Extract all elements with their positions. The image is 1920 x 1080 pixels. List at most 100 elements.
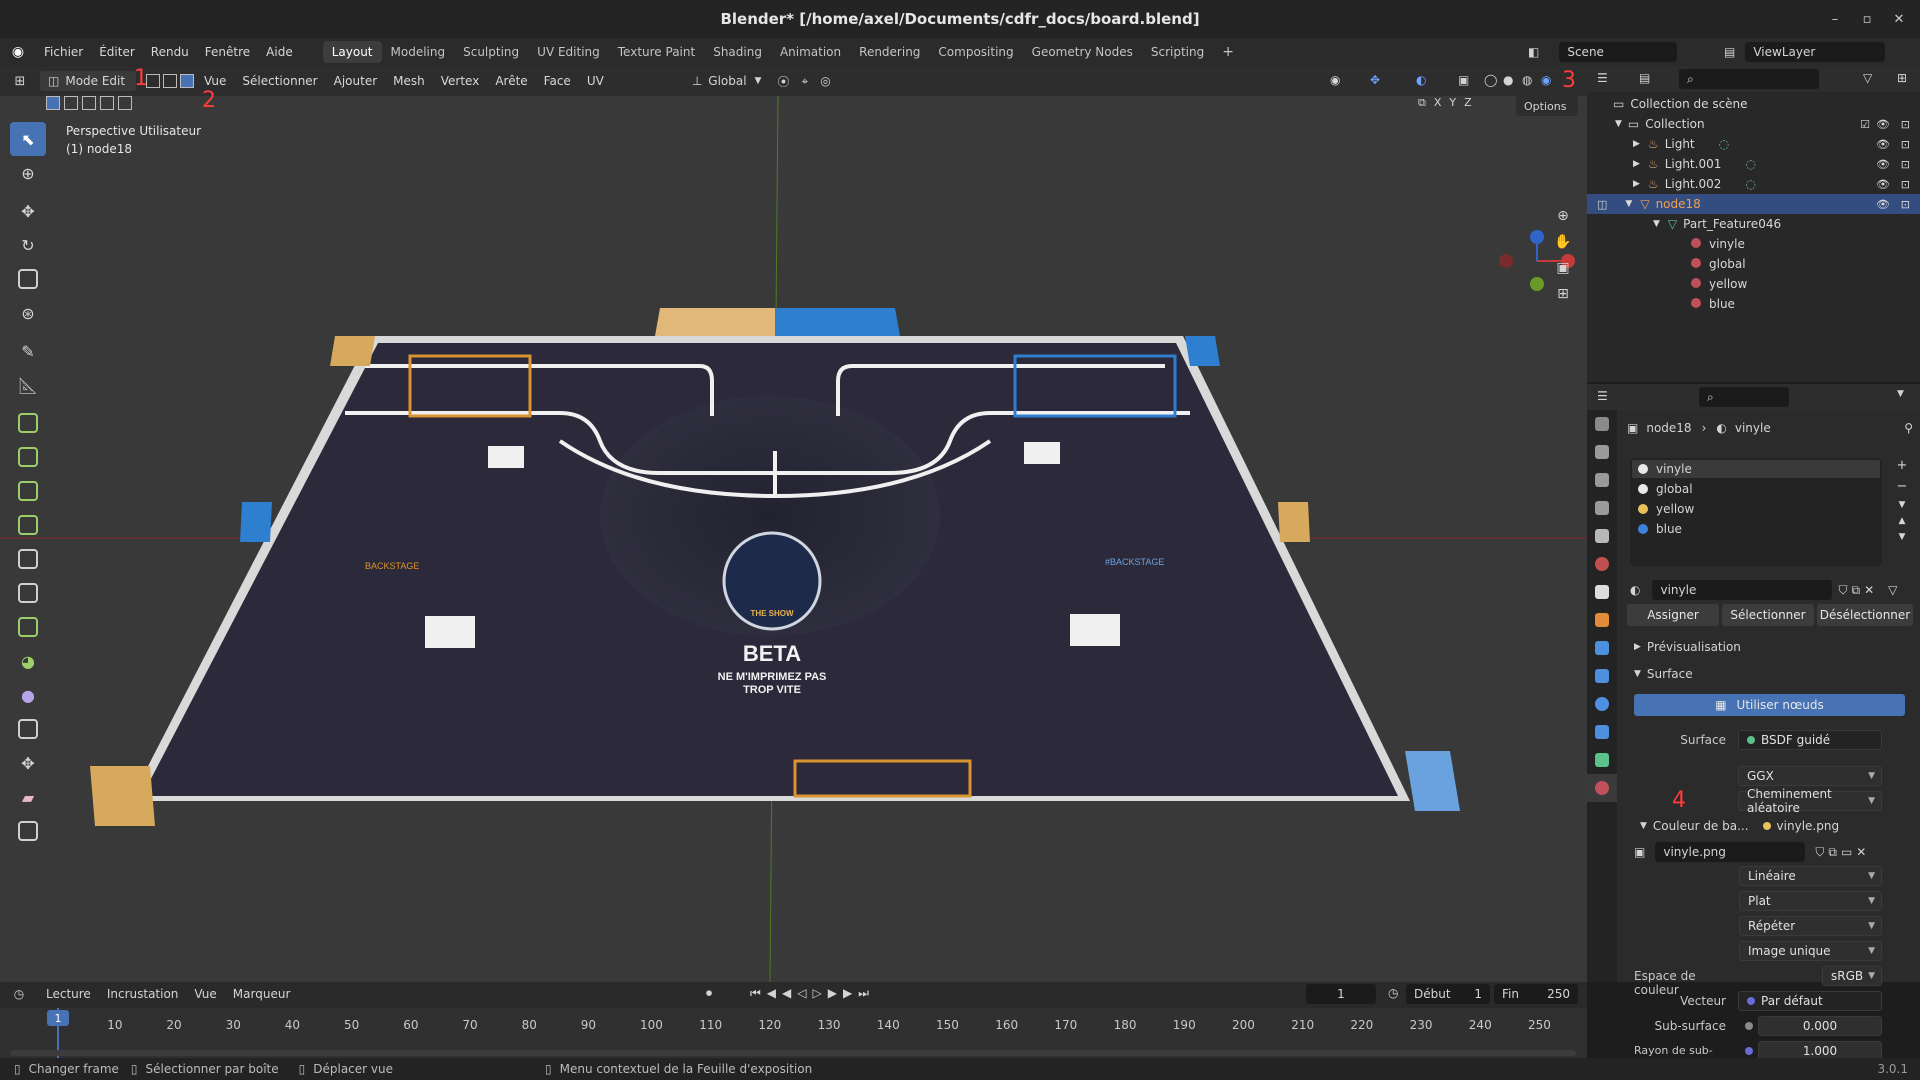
workspace-tab-animation[interactable]: Animation: [771, 41, 850, 63]
subsurface-method-dropdown[interactable]: Cheminement aléatoire ▼: [1738, 787, 1882, 815]
camera-icon[interactable]: ⊡: [1901, 178, 1910, 191]
outliner-item-vinyle[interactable]: vinyle: [1587, 234, 1920, 254]
tool-transform[interactable]: ⊛: [10, 296, 46, 330]
select-intersect-icon[interactable]: [118, 96, 132, 110]
workspace-tab-uv-editing[interactable]: UV Editing: [528, 41, 609, 63]
vp-menu-vertex[interactable]: Vertex: [433, 74, 488, 88]
mirror-icon[interactable]: ⧉: [1418, 96, 1426, 110]
select-extend-icon[interactable]: [64, 96, 78, 110]
tool-move[interactable]: ✥: [10, 194, 46, 228]
tool-rip[interactable]: [10, 814, 46, 848]
vertex-select-icon[interactable]: [146, 74, 160, 88]
zoom-icon[interactable]: ⊕: [1557, 208, 1569, 224]
tool-poly-build[interactable]: [10, 610, 46, 644]
fake-user-icon[interactable]: ⛉: [1815, 845, 1824, 860]
axis-z-toggle[interactable]: Z: [1464, 96, 1472, 110]
axis-y-toggle[interactable]: Y: [1449, 96, 1456, 110]
overlay-icon[interactable]: ◐: [1416, 73, 1426, 87]
preview-panel-header[interactable]: ▶ Prévisualisation: [1634, 637, 1741, 657]
outliner-item-yellow[interactable]: yellow: [1587, 274, 1920, 294]
distribution-dropdown[interactable]: GGX ▼: [1738, 766, 1882, 786]
open-folder-icon[interactable]: ▭: [1841, 845, 1852, 859]
wireframe-shading-icon[interactable]: ◯: [1484, 73, 1497, 87]
workspace-tab-modeling[interactable]: Modeling: [382, 41, 455, 63]
slot-global[interactable]: global: [1638, 482, 1693, 496]
image-source-dropdown[interactable]: Image unique ▼: [1739, 941, 1882, 961]
tool-shrink-fatten[interactable]: ✥: [10, 746, 46, 780]
rendered-shading-icon[interactable]: ◉: [1541, 73, 1551, 87]
gizmo-neg-x-axis[interactable]: [1499, 254, 1513, 268]
select-button[interactable]: Sélectionner: [1722, 604, 1814, 626]
menu-fenetre[interactable]: Fenêtre: [197, 45, 258, 59]
playback-controls[interactable]: ⏮◀◀◁▷▶▶⏭: [750, 986, 875, 1001]
tab-object[interactable]: [1587, 606, 1617, 634]
outliner-item-light[interactable]: ▶ ♨ Light ◌ 👁︎ ⊡: [1587, 134, 1920, 154]
material-browse-icon[interactable]: ◐: [1630, 583, 1640, 597]
tool-cursor[interactable]: ⊕: [10, 156, 46, 190]
tool-edge-slide[interactable]: [10, 712, 46, 746]
new-collection-icon[interactable]: ⊞: [1897, 71, 1907, 85]
select-new-icon[interactable]: [46, 96, 60, 110]
filter-icon[interactable]: ▽: [1863, 71, 1872, 85]
tab-data[interactable]: [1587, 746, 1617, 774]
unlink-icon[interactable]: ✕: [1864, 583, 1874, 597]
expand-icon[interactable]: ▼: [1640, 821, 1647, 831]
move-down-icon[interactable]: ▼: [1899, 532, 1906, 542]
vp-menu-vue[interactable]: Vue: [196, 74, 234, 88]
tab-tool[interactable]: [1587, 410, 1617, 438]
axis-x-toggle[interactable]: X: [1434, 96, 1442, 110]
tool-rotate[interactable]: ↻: [10, 228, 46, 262]
deselect-button[interactable]: Désélectionner: [1817, 604, 1913, 626]
vp-menu-face[interactable]: Face: [536, 74, 579, 88]
visibility-icon[interactable]: ◉: [1330, 73, 1340, 87]
3d-viewport[interactable]: BETA NE M'IMPRIMEZ PAS TROP VITE THE SHO…: [0, 96, 1587, 982]
editor-type-icon[interactable]: ⊞: [0, 74, 40, 89]
proportional-edit-icon[interactable]: ◎: [820, 74, 830, 88]
subsurface-slider[interactable]: 0.000: [1758, 1016, 1882, 1036]
workspace-tab-texture-paint[interactable]: Texture Paint: [609, 41, 704, 63]
outliner-item-light002[interactable]: ▶ ♨ Light.002 ◌ 👁︎ ⊡: [1587, 174, 1920, 194]
camera-icon[interactable]: ⊡: [1901, 138, 1910, 151]
material-name-field[interactable]: vinyle: [1652, 580, 1833, 600]
surface-panel-header[interactable]: ▼ Surface: [1634, 664, 1693, 684]
outliner-editor-icon[interactable]: ☰: [1597, 71, 1608, 85]
eye-icon[interactable]: 👁︎: [1876, 158, 1890, 171]
timeline-editor-icon[interactable]: ◷: [0, 987, 38, 1001]
tool-bevel[interactable]: [10, 508, 46, 542]
expand-icon[interactable]: ▶: [1633, 179, 1640, 189]
workspace-tab-sculpting[interactable]: Sculpting: [454, 41, 528, 63]
gizmo-y-axis[interactable]: [1530, 277, 1544, 291]
tab-world[interactable]: [1587, 550, 1617, 578]
workspace-tab-shading[interactable]: Shading: [704, 41, 771, 63]
filter-icon[interactable]: ▽: [1888, 583, 1897, 597]
expand-icon[interactable]: ▼: [1625, 199, 1632, 209]
workspace-tab-rendering[interactable]: Rendering: [850, 41, 929, 63]
edit-mode-indicator-icon[interactable]: ◫: [1597, 198, 1607, 211]
tool-inset[interactable]: [10, 474, 46, 508]
tab-material[interactable]: [1587, 774, 1617, 802]
chevron-down-icon[interactable]: ▼: [1897, 389, 1904, 399]
image-name-field[interactable]: vinyle.png: [1655, 842, 1806, 862]
eye-icon[interactable]: 👁︎: [1876, 118, 1890, 131]
viewlayer-selector[interactable]: ▤ ViewLayer: [1724, 42, 1914, 62]
snap-icon[interactable]: ⌖: [801, 74, 808, 89]
outliner-search-input[interactable]: ⌕: [1679, 69, 1819, 89]
expand-icon[interactable]: ▼: [1653, 219, 1660, 229]
menu-editer[interactable]: Éditer: [91, 45, 143, 59]
options-dropdown[interactable]: Options: [1516, 96, 1578, 116]
expand-icon[interactable]: ▼: [1615, 119, 1622, 129]
camera-icon[interactable]: ⊡: [1901, 118, 1910, 131]
tool-annotate[interactable]: ✎: [10, 334, 46, 368]
slot-blue[interactable]: blue: [1638, 522, 1682, 536]
minimize-icon[interactable]: –: [1824, 8, 1846, 30]
checkbox-icon[interactable]: ☑: [1860, 118, 1870, 131]
maximize-icon[interactable]: ▫: [1856, 8, 1878, 30]
camera-view-icon[interactable]: ▣: [1556, 260, 1569, 276]
menu-fichier[interactable]: Fichier: [36, 45, 91, 59]
solid-shading-icon[interactable]: ●: [1503, 73, 1513, 87]
duplicate-icon[interactable]: ⧉: [1852, 583, 1861, 598]
fake-user-icon[interactable]: ⛉: [1838, 583, 1847, 598]
tool-measure[interactable]: 📐︎: [10, 368, 46, 402]
tab-view-layer[interactable]: [1587, 494, 1617, 522]
tab-render[interactable]: [1587, 438, 1617, 466]
